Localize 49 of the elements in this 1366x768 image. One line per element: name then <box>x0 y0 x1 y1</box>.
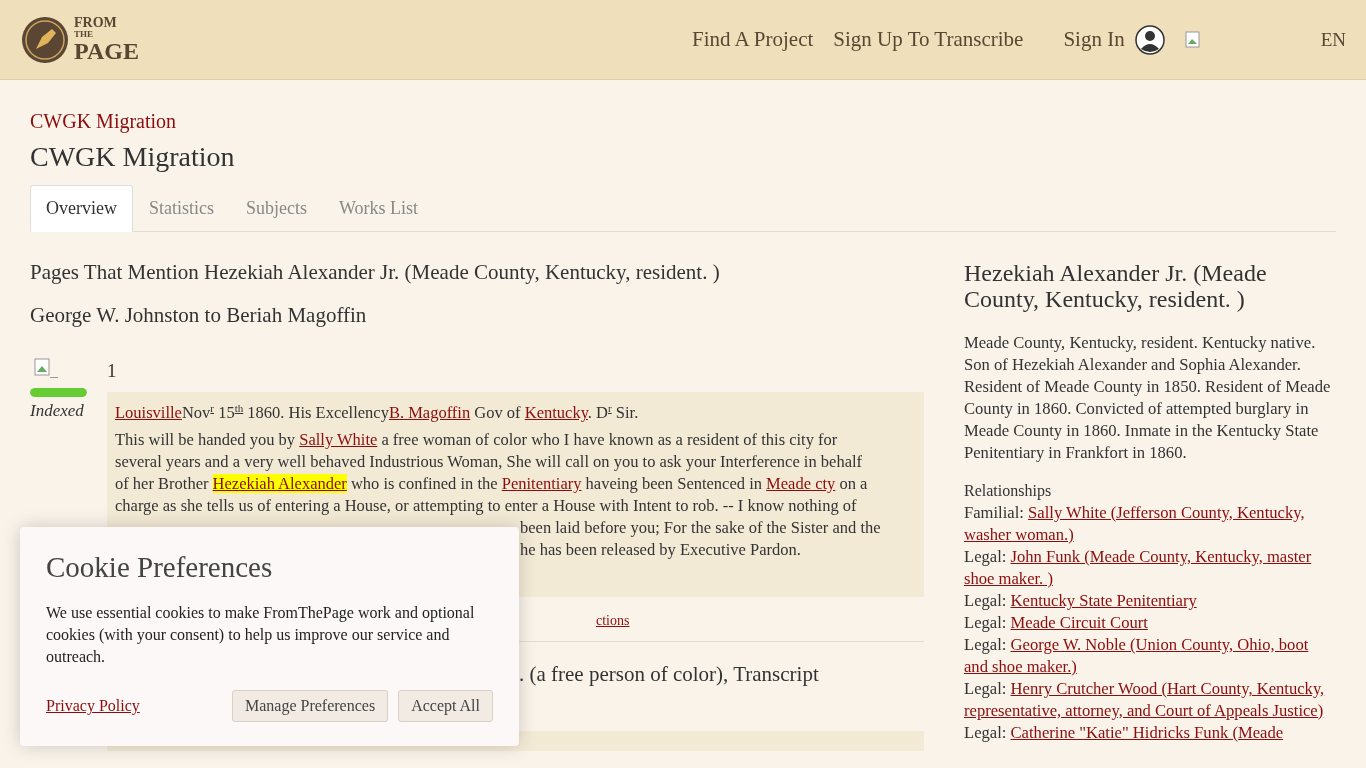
transcript-line: several years and a very well behaved Industrious Woman, She will call on you to ask your Interference in behalf <box>115 451 864 473</box>
subject-title: Hezekiah Alexander Jr. (Meade County, Kentucky, resident. ) <box>964 260 1268 312</box>
subject-link[interactable]: Sally White <box>299 430 378 449</box>
privacy-policy-link[interactable]: Privacy Policy <box>46 697 140 715</box>
collection-link[interactable]: ctions <box>596 613 924 629</box>
logo-text: THE <box>74 30 94 39</box>
logo-text: PAGE <box>74 39 139 63</box>
broken-image-icon <box>1184 30 1201 49</box>
breadcrumb-link[interactable]: CWGK Migration <box>30 110 1336 133</box>
language-selector[interactable]: EN <box>1320 28 1346 51</box>
dialog-text: We use essential cookies to make FromThePage work and optional cookies (with your consent) to help us improve our service and outreach. <box>46 603 476 667</box>
nav-link[interactable]: Find A Project <box>691 27 814 52</box>
section-heading: Pages That Mention Hezekiah Alexander Jr. (Meade County, Kentucky, resident. ) <box>30 260 721 285</box>
relationships-label: Relationships <box>964 481 1053 502</box>
work-title: . (a free person of color), Transcript <box>519 662 820 687</box>
relationship-entry[interactable]: Legal: Catherine "Katie" Hidricks Funk (Meade <box>964 722 1336 744</box>
highlighted-subject-link[interactable]: Hezekiah Alexander <box>212 474 347 493</box>
page-number[interactable]: 1 <box>107 360 924 382</box>
sign-in-link[interactable]: Sign In <box>1063 27 1125 52</box>
logo-text: FROM <box>74 16 118 30</box>
subject-link[interactable]: Kentucky <box>524 403 588 422</box>
transcript-line: of her Brother Hezekiah Alexander who is confined in the Penitentiary haveing been Sentenced in Meade cty on a <box>115 473 869 495</box>
work-title: George W. Johnston to Beriah Magoffin <box>30 303 368 328</box>
user-icon[interactable] <box>1134 24 1165 55</box>
relationship-entry[interactable]: Legal: Henry Crutcher Wood (Hart County, Kentucky, representative, attorney, and Court of Appeals Justice) <box>964 678 1336 722</box>
relationship-entry[interactable]: Legal: George W. Noble (Union County, Ohio, boot and shoe maker.) <box>964 634 1336 678</box>
subject-link[interactable]: B. Magoffin <box>388 403 471 422</box>
transcript-line: This will be handed you by Sally White a free woman of color who I have known as a resident of this city for <box>115 429 839 451</box>
cookie-button[interactable]: Accept All <box>398 690 493 722</box>
transcript-line: he has been released by Executive Pardon. <box>519 539 802 561</box>
relationship-entry[interactable]: Legal: Meade Circuit Court <box>964 612 1336 634</box>
transcript-line: been laid before you; For the sake of the Sister and the <box>519 517 882 539</box>
subject-link[interactable]: Meade cty <box>766 474 836 493</box>
relationship-entry[interactable]: Legal: Kentucky State Penitentiary <box>964 590 1336 612</box>
broken-image-icon[interactable] <box>34 358 60 380</box>
subject-description: Meade County, Kentucky, resident. Kentucky native. Son of Hezekiah Alexander and Sophia Alexander. Resident of Meade County in 1850. Resident of Meade County in 1860. Convicted of attempted burglary in Meade County in 1860. Inmate in the Kentucky State Penitentiary in Frankfort in 1860. <box>964 332 1332 464</box>
relationship-entry[interactable]: Familial: Sally White (Jefferson County, Kentucky, washer woman.) <box>964 502 1336 546</box>
page-title: CWGK Migration <box>30 141 236 173</box>
nav-link[interactable]: Sign Up To Transcribe <box>833 27 1024 52</box>
cookie-button[interactable]: Manage Preferences <box>231 690 389 722</box>
subject-link[interactable]: Louisville <box>115 403 182 422</box>
tab[interactable]: Overview <box>30 185 133 232</box>
dialog-title: Cookie Preferences <box>46 551 274 584</box>
relationship-entry[interactable]: Legal: John Funk (Meade County, Kentucky, master shoe maker. ) <box>964 546 1336 590</box>
transcript-line: LouisvilleNov$^{r}$ 15$^{th}$ 1860. His ExcellencyB. Magoffin Gov of Kentucky. D$^{r}$ Sir. <box>115 402 640 424</box>
transcript-line: charge as she tells us of entering a House, or attempting to enter a House with Intent to rob. -- I know nothing of <box>115 495 858 517</box>
status-label: Indexed <box>30 401 85 421</box>
logo-icon <box>20 14 70 65</box>
subject-link[interactable]: Penitentiary <box>501 474 582 493</box>
